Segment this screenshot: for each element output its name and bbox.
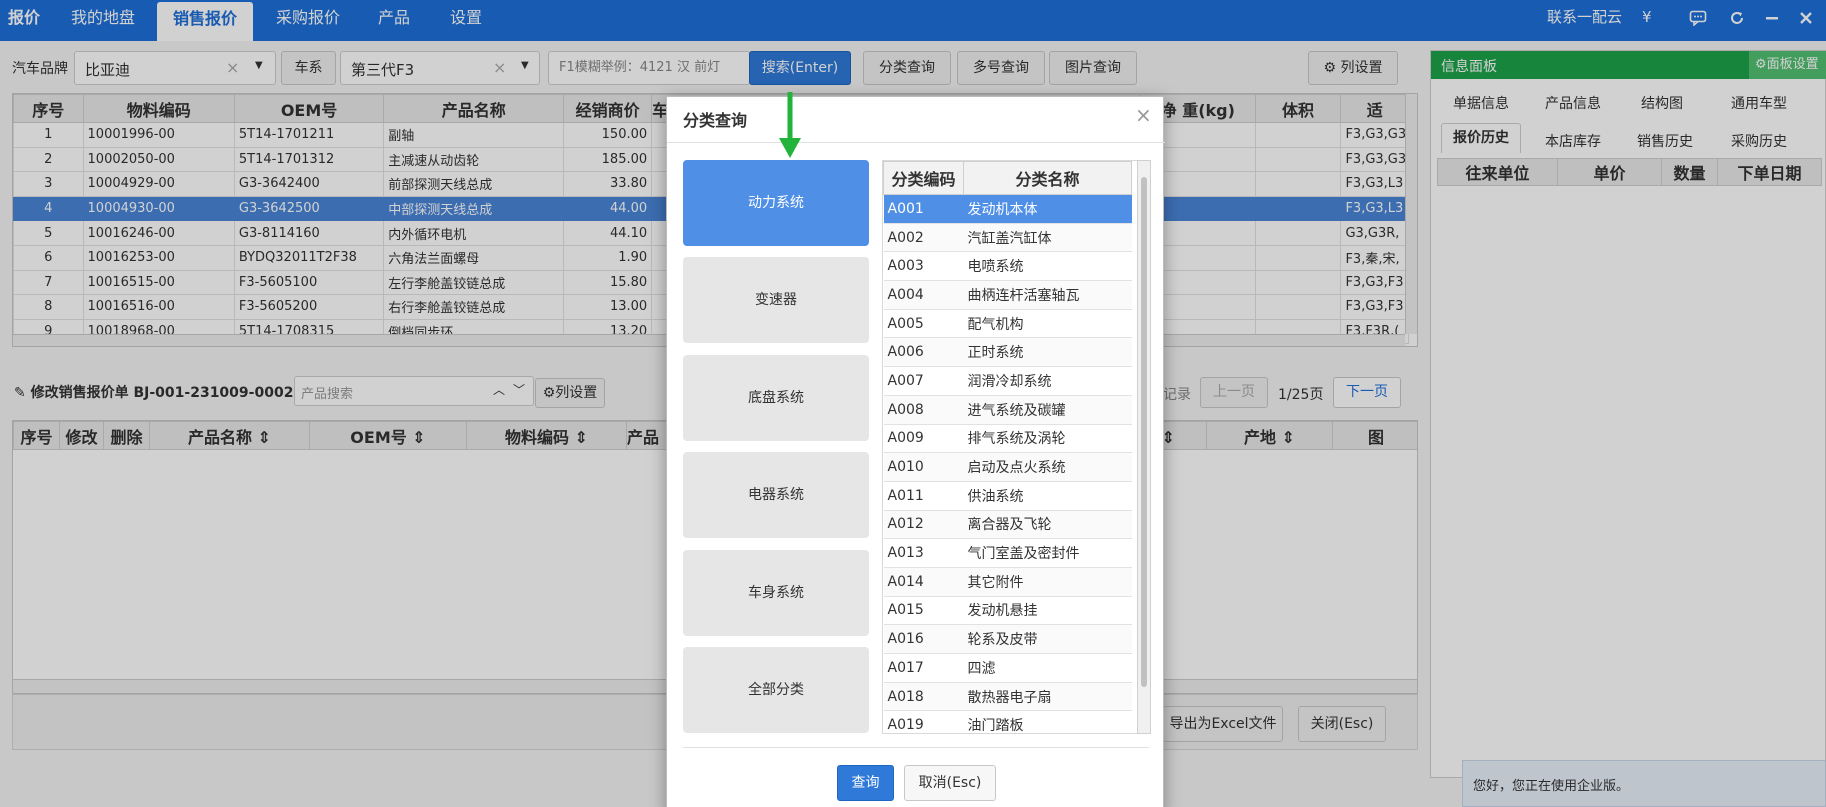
category-code: A001 xyxy=(883,194,964,224)
close-icon[interactable]: × xyxy=(1135,103,1152,127)
query-button[interactable]: 查询 xyxy=(837,765,894,801)
category-code: A007 xyxy=(883,366,964,396)
category-name: 其它附件 xyxy=(963,567,1132,597)
category-name: 正时系统 xyxy=(963,337,1132,368)
category-row[interactable]: A015 发动机悬挂 xyxy=(883,596,1132,626)
dialog-footer-divider xyxy=(683,747,1149,748)
category-name: 曲柄连杆活塞轴瓦 xyxy=(963,280,1132,310)
category-row[interactable]: A010 启动及点火系统 xyxy=(883,452,1132,482)
category-row[interactable]: A019 油门踏板 xyxy=(883,710,1132,733)
category-code: A018 xyxy=(883,682,964,712)
category-name: 发动机悬挂 xyxy=(963,596,1132,626)
category-row[interactable]: A013 气门室盖及密封件 xyxy=(883,538,1132,568)
category-name: 四滤 xyxy=(963,653,1132,683)
category-row[interactable]: A017 四滤 xyxy=(883,653,1132,683)
scrollbar-thumb[interactable] xyxy=(1141,177,1147,687)
category-name: 启动及点火系统 xyxy=(963,452,1132,482)
category-row[interactable]: A009 排气系统及涡轮 xyxy=(883,424,1132,454)
category-code: A014 xyxy=(883,567,964,597)
category-code: A002 xyxy=(883,223,964,253)
category-code: A006 xyxy=(883,337,964,368)
category-name: 离合器及飞轮 xyxy=(963,510,1132,540)
category-name: 轮系及皮带 xyxy=(963,624,1132,654)
category-name: 进气系统及碳罐 xyxy=(963,395,1132,425)
category-code: A008 xyxy=(883,395,964,425)
category-row[interactable]: A002 汽缸盖汽缸体 xyxy=(883,223,1132,253)
category-code: A009 xyxy=(883,424,964,454)
category-row[interactable]: A006 正时系统 xyxy=(883,337,1132,368)
category-name: 油门踏板 xyxy=(963,710,1132,733)
category-row[interactable]: A018 散热器电子扇 xyxy=(883,682,1132,712)
category-row[interactable]: A014 其它附件 xyxy=(883,567,1132,597)
category-table-container: 分类编码 分类名称 A001 发动机本体 A002 汽缸盖汽缸体 A003 电喷系统 A00… xyxy=(882,160,1138,734)
category-code: A004 xyxy=(883,280,964,310)
dialog-header-divider xyxy=(667,142,1165,143)
category-transmission[interactable]: 变速器 xyxy=(683,257,869,343)
category-row[interactable]: A001 发动机本体 xyxy=(883,194,1132,224)
category-code: A019 xyxy=(883,710,964,733)
pointer-arrow-icon xyxy=(779,92,801,158)
category-name: 汽缸盖汽缸体 xyxy=(963,223,1132,253)
category-name: 发动机本体 xyxy=(963,194,1132,224)
category-row[interactable]: A007 润滑冷却系统 xyxy=(883,366,1132,396)
category-name: 电喷系统 xyxy=(963,251,1132,282)
category-row[interactable]: A011 供油系统 xyxy=(883,481,1132,511)
category-name: 润滑冷却系统 xyxy=(963,366,1132,396)
category-code: A005 xyxy=(883,309,964,339)
category-code: A011 xyxy=(883,481,964,511)
category-row[interactable]: A005 配气机构 xyxy=(883,309,1132,339)
category-electrical[interactable]: 电器系统 xyxy=(683,452,869,538)
category-row[interactable]: A003 电喷系统 xyxy=(883,251,1132,282)
category-name: 排气系统及涡轮 xyxy=(963,424,1132,454)
category-query-dialog: 分类查询 × 动力系统 变速器 底盘系统 电器系统 车身系统 全部分类 分类编码… xyxy=(666,96,1165,807)
category-name: 配气机构 xyxy=(963,309,1132,339)
category-code: A003 xyxy=(883,251,964,282)
category-code: A012 xyxy=(883,510,964,540)
category-all[interactable]: 全部分类 xyxy=(683,647,869,733)
ccol-name[interactable]: 分类名称 xyxy=(963,161,1132,195)
dialog-title: 分类查询 xyxy=(683,111,748,130)
category-row[interactable]: A004 曲柄连杆活塞轴瓦 xyxy=(883,280,1132,310)
category-row[interactable]: A012 离合器及飞轮 xyxy=(883,510,1132,540)
category-code: A016 xyxy=(883,624,964,654)
category-body[interactable]: 车身系统 xyxy=(683,550,869,636)
category-name: 散热器电子扇 xyxy=(963,682,1132,712)
category-code: A015 xyxy=(883,596,964,626)
category-power-system[interactable]: 动力系统 xyxy=(683,160,869,246)
ccol-code[interactable]: 分类编码 xyxy=(883,161,964,195)
category-row[interactable]: A008 进气系统及碳罐 xyxy=(883,395,1132,425)
category-code: A010 xyxy=(883,452,964,482)
category-code: A013 xyxy=(883,538,964,568)
category-code: A017 xyxy=(883,653,964,683)
category-row[interactable]: A016 轮系及皮带 xyxy=(883,624,1132,654)
category-name: 供油系统 xyxy=(963,481,1132,511)
category-name: 气门室盖及密封件 xyxy=(963,538,1132,568)
category-chassis[interactable]: 底盘系统 xyxy=(683,355,869,441)
cancel-button[interactable]: 取消(Esc) xyxy=(904,765,996,801)
category-table-scrollbar[interactable] xyxy=(1137,160,1151,734)
